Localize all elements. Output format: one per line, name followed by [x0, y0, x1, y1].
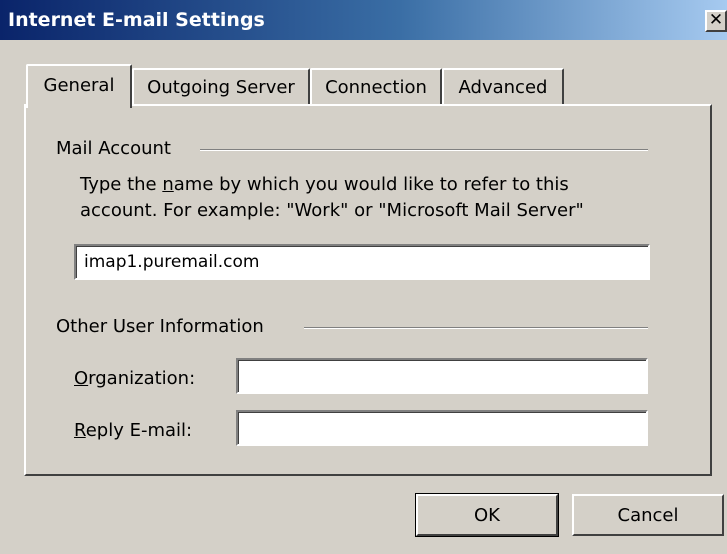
reply-email-input[interactable] [236, 410, 648, 446]
internet-email-settings-dialog: Internet E-mail Settings ✕ General Outgo… [0, 0, 727, 554]
mail-account-separator [200, 149, 648, 151]
mail-account-heading: Mail Account [56, 138, 171, 159]
tab-outgoing-server-label: Outgoing Server [147, 77, 295, 98]
other-user-info-separator [304, 327, 648, 329]
tab-connection-label: Connection [325, 77, 427, 98]
tab-outgoing-server[interactable]: Outgoing Server [132, 68, 310, 104]
organization-label: Organization: [74, 368, 196, 389]
mail-account-description-line1: Type the name by which you would like to… [80, 174, 569, 195]
close-icon[interactable]: ✕ [705, 10, 727, 32]
other-user-info-heading: Other User Information [56, 316, 264, 337]
tab-advanced-label: Advanced [458, 77, 548, 98]
reply-email-label: Reply E-mail: [74, 420, 193, 441]
tab-advanced[interactable]: Advanced [442, 68, 564, 104]
organization-input[interactable] [236, 358, 648, 394]
cancel-button[interactable]: Cancel [572, 494, 724, 536]
title-bar[interactable]: Internet E-mail Settings ✕ [0, 0, 727, 40]
tab-general[interactable]: General [26, 64, 132, 108]
window-title: Internet E-mail Settings [8, 9, 265, 31]
tab-connection[interactable]: Connection [310, 68, 442, 104]
ok-button[interactable]: OK [415, 493, 559, 537]
account-name-input[interactable] [74, 244, 650, 280]
tab-general-label: General [43, 75, 115, 96]
mail-account-description-line2: account. For example: "Work" or "Microso… [80, 200, 584, 221]
